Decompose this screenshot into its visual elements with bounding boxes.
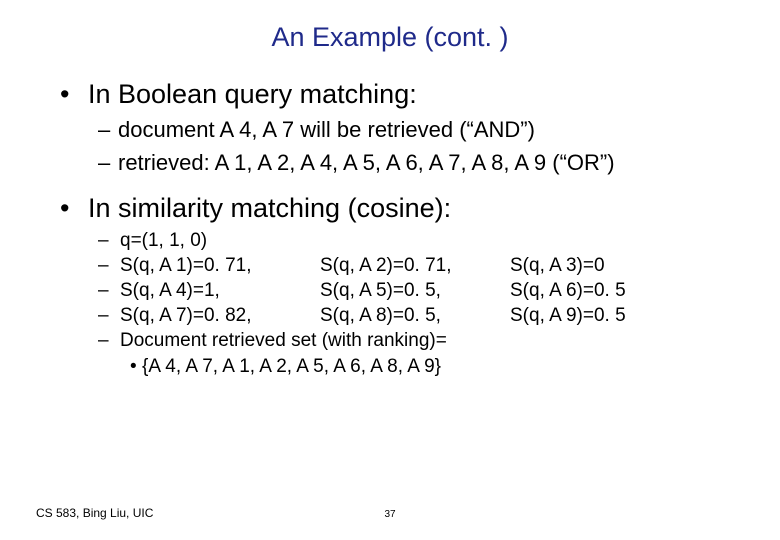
bullet-level2: – S(q, A 7)=0. 82, S(q, A 8)=0. 5, S(q, … <box>98 305 740 327</box>
cell: S(q, A 2)=0. 71, <box>320 255 510 277</box>
sim-row: Document retrieved set (with ranking)= <box>120 330 740 352</box>
bullet-level1: • In Boolean query matching: <box>60 79 740 110</box>
section1-item: retrieved: A 1, A 2, A 4, A 5, A 6, A 7,… <box>118 149 615 178</box>
bullet-level2: – S(q, A 4)=1, S(q, A 5)=0. 5, S(q, A 6)… <box>98 280 740 302</box>
section1-item: document A 4, A 7 will be retrieved (“AN… <box>118 116 535 145</box>
cell: S(q, A 4)=1, <box>120 280 320 302</box>
cell: S(q, A 7)=0. 82, <box>120 305 320 327</box>
cell: S(q, A 9)=0. 5 <box>510 305 626 327</box>
section2-heading: In similarity matching (cosine): <box>88 193 451 224</box>
sim-row: S(q, A 4)=1, S(q, A 5)=0. 5, S(q, A 6)=0… <box>120 280 740 302</box>
dash-icon: – <box>98 330 120 352</box>
dash-icon: – <box>98 116 118 145</box>
bullet-level2: – q=(1, 1, 0) <box>98 230 740 252</box>
bullet-dot-icon: • <box>130 356 142 378</box>
bullet-level2: – S(q, A 1)=0. 71, S(q, A 2)=0. 71, S(q,… <box>98 255 740 277</box>
bullet-level2: – retrieved: A 1, A 2, A 4, A 5, A 6, A … <box>98 149 740 178</box>
retrieved-set: {A 4, A 7, A 1, A 2, A 5, A 6, A 8, A 9} <box>142 356 441 378</box>
bullet-level2: – document A 4, A 7 will be retrieved (“… <box>98 116 740 145</box>
dash-icon: – <box>98 149 118 178</box>
cell: q=(1, 1, 0) <box>120 230 320 252</box>
cell: S(q, A 8)=0. 5, <box>320 305 510 327</box>
cell: S(q, A 1)=0. 71, <box>120 255 320 277</box>
bullet-level3: • {A 4, A 7, A 1, A 2, A 5, A 6, A 8, A … <box>130 356 740 378</box>
footer-text: CS 583, Bing Liu, UIC <box>36 506 153 520</box>
cell: Document retrieved set (with ranking)= <box>120 330 447 352</box>
cell: S(q, A 6)=0. 5 <box>510 280 626 302</box>
bullet-level1: • In similarity matching (cosine): <box>60 193 740 224</box>
cell: S(q, A 5)=0. 5, <box>320 280 510 302</box>
dash-icon: – <box>98 280 120 302</box>
slide-title: An Example (cont. ) <box>0 0 780 71</box>
bullet-level2: – Document retrieved set (with ranking)= <box>98 330 740 352</box>
cell: S(q, A 3)=0 <box>510 255 605 277</box>
dash-icon: – <box>98 230 120 252</box>
section1-heading: In Boolean query matching: <box>88 79 417 110</box>
slide: An Example (cont. ) • In Boolean query m… <box>0 0 780 540</box>
bullet-dot-icon: • <box>60 193 88 224</box>
bullet-dot-icon: • <box>60 79 88 110</box>
sim-row: S(q, A 7)=0. 82, S(q, A 8)=0. 5, S(q, A … <box>120 305 740 327</box>
dash-icon: – <box>98 255 120 277</box>
sim-row: q=(1, 1, 0) <box>120 230 740 252</box>
dash-icon: – <box>98 305 120 327</box>
sim-row: S(q, A 1)=0. 71, S(q, A 2)=0. 71, S(q, A… <box>120 255 740 277</box>
slide-body: • In Boolean query matching: – document … <box>0 79 780 378</box>
page-number: 37 <box>384 509 395 520</box>
